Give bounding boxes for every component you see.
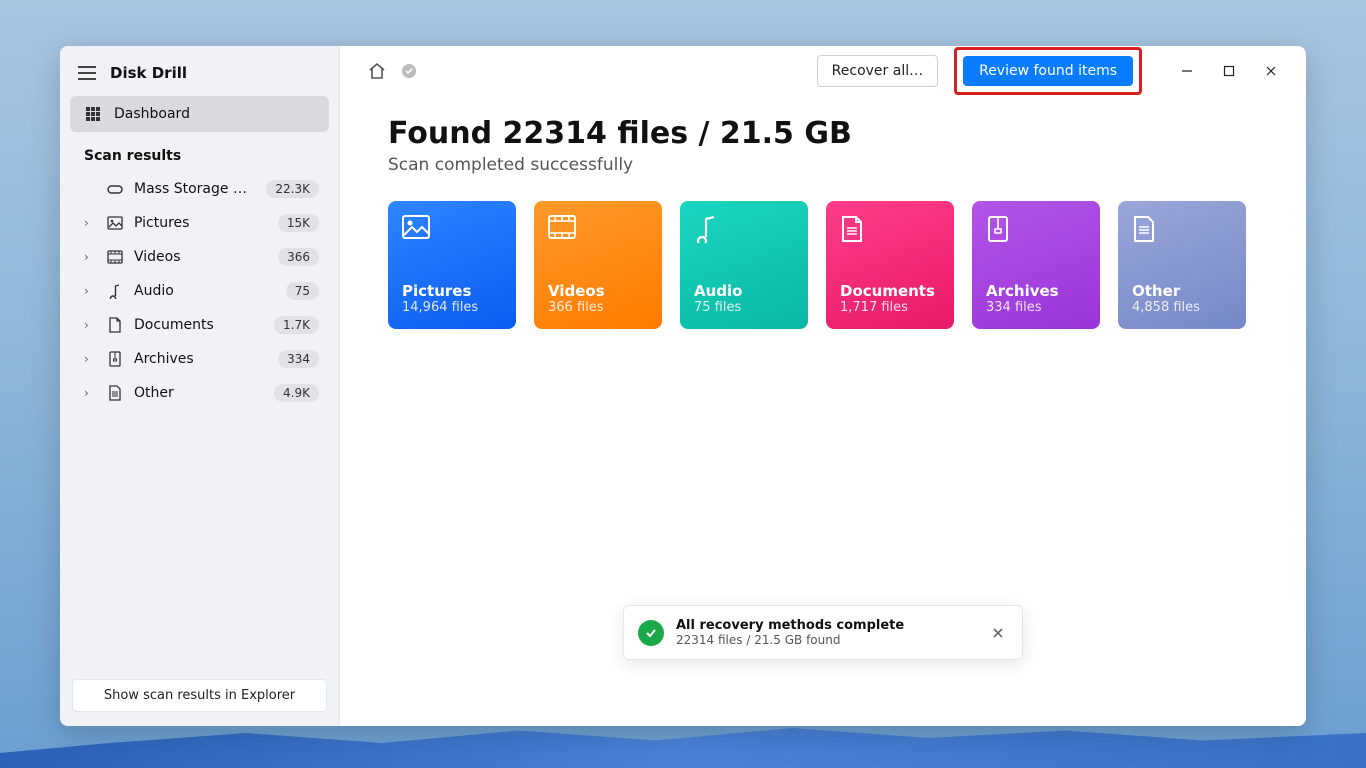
completion-toast: All recovery methods complete 22314 file… — [623, 605, 1023, 660]
chevron-right-icon: › — [84, 216, 96, 230]
category-cards: Pictures 14,964 files Videos 366 files A… — [388, 201, 1258, 329]
sidebar-item-documents[interactable]: › Documents 1.7K — [70, 308, 329, 342]
documents-icon — [106, 317, 124, 333]
sidebar-pictures-count: 15K — [278, 214, 319, 232]
card-documents-title: Documents — [840, 282, 940, 300]
titlebar: Recover all… Review found items — [340, 46, 1306, 96]
close-button[interactable] — [1250, 55, 1292, 87]
sidebar-videos-count: 366 — [278, 248, 319, 266]
card-videos-title: Videos — [548, 282, 648, 300]
window-controls — [1166, 55, 1292, 87]
home-icon[interactable] — [366, 60, 388, 82]
minimize-button[interactable] — [1166, 55, 1208, 87]
card-pictures[interactable]: Pictures 14,964 files — [388, 201, 516, 329]
card-pictures-title: Pictures — [402, 282, 502, 300]
sidebar-other-label: Other — [134, 385, 264, 401]
archives-icon — [986, 215, 1086, 245]
sidebar-archives-count: 334 — [278, 350, 319, 368]
sidebar-item-archives[interactable]: › Archives 334 — [70, 342, 329, 376]
audio-icon — [694, 215, 794, 245]
chevron-right-icon: › — [84, 386, 96, 400]
maximize-button[interactable] — [1208, 55, 1250, 87]
sidebar-other-count: 4.9K — [274, 384, 319, 402]
archives-icon — [106, 351, 124, 367]
nav-dashboard-label: Dashboard — [114, 106, 190, 122]
card-pictures-sub: 14,964 files — [402, 300, 502, 315]
sidebar-bottom: Show scan results in Explorer — [70, 679, 329, 714]
sidebar-pictures-label: Pictures — [134, 215, 268, 231]
sidebar-section-title: Scan results — [70, 132, 329, 172]
sidebar-item-videos[interactable]: › Videos 366 — [70, 240, 329, 274]
show-in-explorer-button[interactable]: Show scan results in Explorer — [72, 679, 327, 712]
hamburger-icon[interactable] — [78, 66, 96, 80]
card-other-sub: 4,858 files — [1132, 300, 1232, 315]
sidebar-device-label: Mass Storage Device U… — [134, 181, 256, 197]
card-archives-sub: 334 files — [986, 300, 1086, 315]
card-other[interactable]: Other 4,858 files — [1118, 201, 1246, 329]
other-icon — [106, 385, 124, 401]
sidebar-documents-label: Documents — [134, 317, 264, 333]
sidebar-device-count: 22.3K — [266, 180, 319, 198]
other-icon — [1132, 215, 1232, 245]
chevron-right-icon: › — [84, 352, 96, 366]
card-audio-title: Audio — [694, 282, 794, 300]
sidebar: Disk Drill Dashboard Scan results Mass S… — [60, 46, 340, 726]
card-archives[interactable]: Archives 334 files — [972, 201, 1100, 329]
review-found-items-button[interactable]: Review found items — [963, 56, 1133, 86]
toast-title: All recovery methods complete — [676, 618, 976, 633]
pictures-icon — [106, 216, 124, 230]
drive-icon — [106, 183, 124, 195]
sidebar-device[interactable]: Mass Storage Device U… 22.3K — [70, 172, 329, 206]
pictures-icon — [402, 215, 502, 245]
audio-icon — [106, 283, 124, 299]
toast-close-button[interactable] — [988, 623, 1008, 643]
toast-text: All recovery methods complete 22314 file… — [676, 618, 976, 647]
check-icon — [638, 620, 664, 646]
sidebar-audio-label: Audio — [134, 283, 276, 299]
toast-sub: 22314 files / 21.5 GB found — [676, 633, 976, 647]
main-area: Recover all… Review found items Found 22… — [340, 46, 1306, 726]
sidebar-videos-label: Videos — [134, 249, 268, 265]
sidebar-header: Disk Drill — [70, 58, 329, 96]
card-archives-title: Archives — [986, 282, 1086, 300]
card-videos[interactable]: Videos 366 files — [534, 201, 662, 329]
dashboard-icon — [86, 107, 100, 121]
sidebar-archives-label: Archives — [134, 351, 268, 367]
app-window: Disk Drill Dashboard Scan results Mass S… — [60, 46, 1306, 726]
card-documents[interactable]: Documents 1,717 files — [826, 201, 954, 329]
videos-icon — [106, 250, 124, 264]
card-videos-sub: 366 files — [548, 300, 648, 315]
documents-icon — [840, 215, 940, 245]
sidebar-item-other[interactable]: › Other 4.9K — [70, 376, 329, 410]
nav-dashboard[interactable]: Dashboard — [70, 96, 329, 132]
sidebar-audio-count: 75 — [286, 282, 319, 300]
review-highlight-box: Review found items — [954, 47, 1142, 95]
sidebar-item-pictures[interactable]: › Pictures 15K — [70, 206, 329, 240]
card-documents-sub: 1,717 files — [840, 300, 940, 315]
chevron-right-icon: › — [84, 250, 96, 264]
chevron-right-icon: › — [84, 318, 96, 332]
chevron-right-icon: › — [84, 284, 96, 298]
card-audio[interactable]: Audio 75 files — [680, 201, 808, 329]
card-other-title: Other — [1132, 282, 1232, 300]
recover-all-button[interactable]: Recover all… — [817, 55, 938, 87]
results-heading: Found 22314 files / 21.5 GB — [388, 116, 1258, 151]
check-status-icon[interactable] — [398, 60, 420, 82]
card-audio-sub: 75 files — [694, 300, 794, 315]
app-title: Disk Drill — [110, 64, 187, 82]
sidebar-documents-count: 1.7K — [274, 316, 319, 334]
content: Found 22314 files / 21.5 GB Scan complet… — [340, 96, 1306, 349]
videos-icon — [548, 215, 648, 245]
results-subheading: Scan completed successfully — [388, 155, 1258, 175]
sidebar-item-audio[interactable]: › Audio 75 — [70, 274, 329, 308]
